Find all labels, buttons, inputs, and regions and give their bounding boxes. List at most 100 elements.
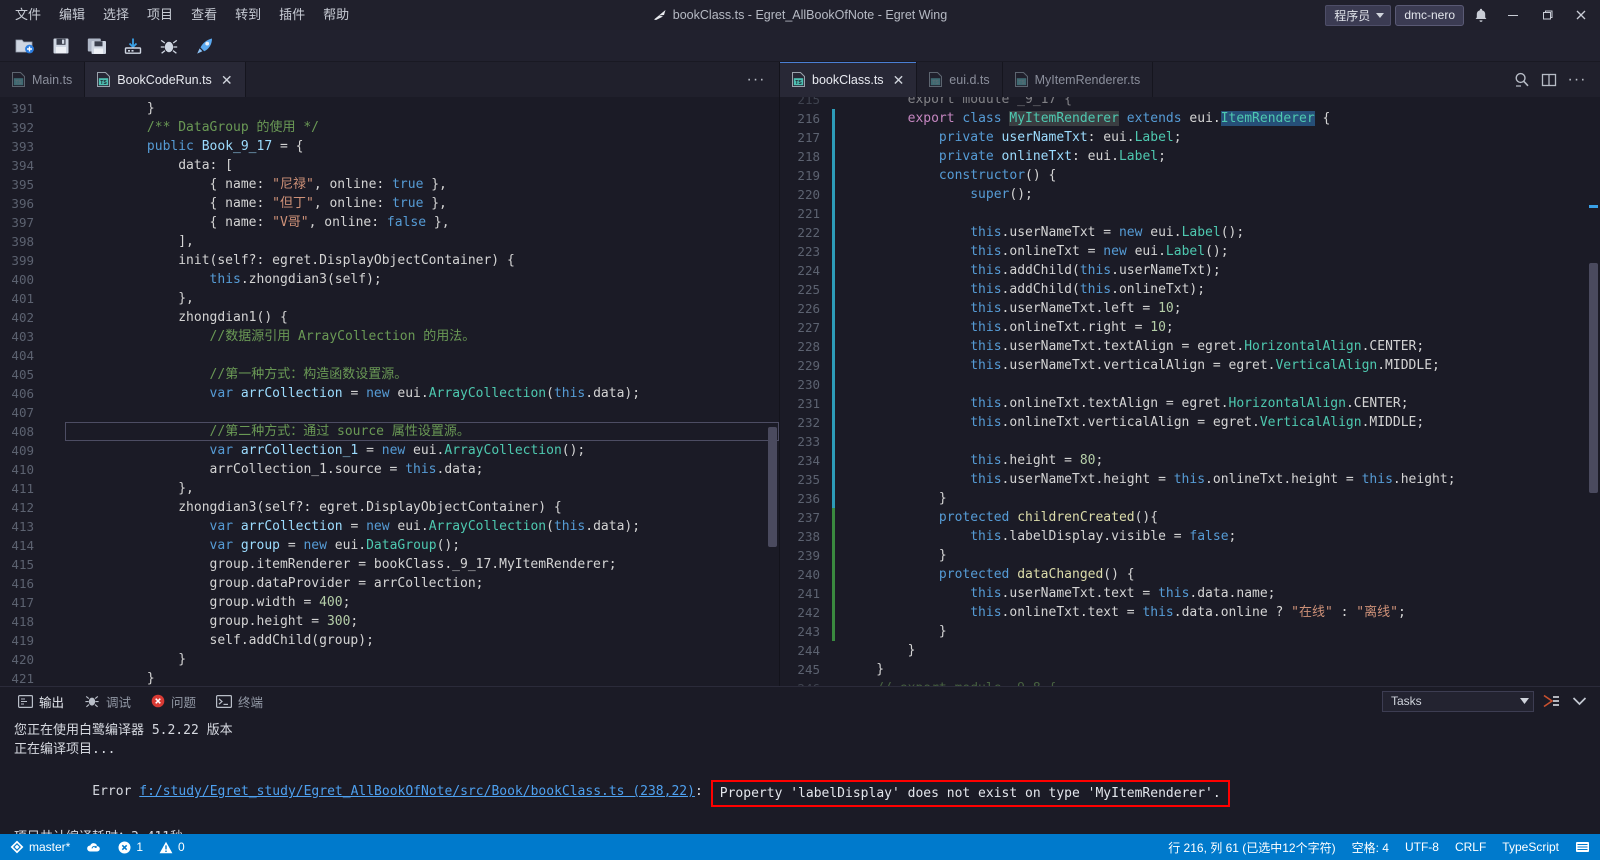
line-number: 237 xyxy=(797,510,820,525)
tasks-dropdown[interactable]: Tasks xyxy=(1382,690,1534,712)
notification-bell-icon[interactable] xyxy=(1468,2,1494,28)
run-icon[interactable] xyxy=(188,32,222,60)
editor-tab-eui-d-ts[interactable]: TS eui.d.ts xyxy=(917,62,1003,97)
right-editor-scrollbar[interactable] xyxy=(1586,97,1600,686)
panel-tab-output[interactable]: 输出 xyxy=(8,689,74,713)
collapse-panel-icon[interactable] xyxy=(1568,690,1590,712)
save-icon[interactable] xyxy=(44,32,78,60)
code-line: 395 { name: "尼禄", online: true }, xyxy=(0,175,779,194)
line-number: 224 xyxy=(797,263,820,278)
code-line: 402 zhongdian1() { xyxy=(0,308,779,327)
status-cursor-position[interactable]: 行 216, 列 61 (已选中12个字符) xyxy=(1160,834,1343,860)
panel-tab-terminal[interactable]: 终端 xyxy=(206,689,273,713)
tab-close-icon[interactable]: ✕ xyxy=(893,73,905,87)
code-line-text: // export module _9_8 { xyxy=(835,679,1600,686)
line-number: 419 xyxy=(11,633,34,648)
code-line-text: this.userNameTxt.textAlign = egret.Horiz… xyxy=(970,339,1425,354)
code-line: 410 arrCollection_1.source = this.data; xyxy=(0,460,779,479)
minimize-button[interactable] xyxy=(1498,0,1528,30)
split-editor-icon[interactable] xyxy=(1536,67,1562,93)
code-line: 237 protected childrenCreated(){ xyxy=(780,508,1600,527)
clear-output-icon[interactable] xyxy=(1540,690,1562,712)
svg-text:TS: TS xyxy=(1018,80,1025,86)
user-account-button[interactable]: dmc-nero xyxy=(1395,4,1464,26)
line-number: 229 xyxy=(797,358,820,373)
editor-tab-main-ts[interactable]: TS Main.ts xyxy=(0,62,86,97)
new-project-icon[interactable] xyxy=(8,32,42,60)
line-number: 225 xyxy=(797,282,820,297)
menu-file[interactable]: 文件 xyxy=(6,2,50,28)
menu-plugin[interactable]: 插件 xyxy=(270,2,314,28)
output-panel-body[interactable]: 您正在使用白鹭编译器 5.2.22 版本 正在编译项目... Error f:/… xyxy=(0,715,1600,834)
search-in-file-icon[interactable] xyxy=(1508,67,1534,93)
status-sync[interactable] xyxy=(78,834,110,860)
line-number: 238 xyxy=(797,529,820,544)
panel-tab-debug[interactable]: 调试 xyxy=(74,689,141,713)
status-branch[interactable]: master* xyxy=(2,834,78,860)
status-language-mode[interactable]: TypeScript xyxy=(1494,834,1567,860)
line-number: 408 xyxy=(11,424,34,439)
code-line: 236 } xyxy=(780,489,1600,508)
tab-close-icon[interactable]: ✕ xyxy=(221,73,233,87)
role-dropdown[interactable]: 程序员 xyxy=(1325,4,1392,26)
code-line: 239 } xyxy=(780,546,1600,565)
left-editor-scrollbar[interactable] xyxy=(765,97,779,686)
right-more-actions-icon[interactable]: ··· xyxy=(1564,67,1590,93)
line-number: 220 xyxy=(797,187,820,202)
editor-tab-bookclass-ts[interactable]: TS bookClass.ts ✕ xyxy=(780,62,918,97)
editor-tab-myitemrenderer-ts[interactable]: TS MyItemRenderer.ts xyxy=(1002,62,1154,97)
debug-icon[interactable] xyxy=(152,32,186,60)
code-line-text: this.addChild(this.onlineTxt); xyxy=(970,282,1206,297)
code-line: 235 this.userNameTxt.height = this.onlin… xyxy=(780,470,1600,489)
code-line-text: } xyxy=(845,548,947,563)
error-file-link[interactable]: f:/study/Egret_study/Egret_AllBookOfNote… xyxy=(139,784,695,799)
status-problems[interactable]: 1 0 xyxy=(110,834,192,860)
code-line-text: } xyxy=(845,643,916,658)
menu-goto[interactable]: 转到 xyxy=(226,2,270,28)
panel-tab-problems[interactable]: 问题 xyxy=(141,689,206,713)
import-publish-icon[interactable] xyxy=(116,32,150,60)
branch-name: master* xyxy=(29,840,71,854)
left-code-editor[interactable]: 391 } 392 /** DataGroup 的使用 */393 public … xyxy=(0,97,779,686)
code-line: 400 this.zhongdian3(self); xyxy=(0,270,779,289)
menu-edit[interactable]: 编辑 xyxy=(50,2,94,28)
menu-help[interactable]: 帮助 xyxy=(314,2,358,28)
code-line: 231 this.onlineTxt.textAlign = egret.Hor… xyxy=(780,394,1600,413)
code-line: 420 } xyxy=(0,650,779,669)
save-all-icon[interactable] xyxy=(80,32,114,60)
typescript-file-icon: TS xyxy=(97,72,111,87)
menu-view[interactable]: 查看 xyxy=(182,2,226,28)
line-number: 400 xyxy=(11,272,34,287)
tab-label: eui.d.ts xyxy=(949,72,990,87)
line-number: 217 xyxy=(797,130,820,145)
left-more-actions-icon[interactable]: ··· xyxy=(743,67,769,93)
code-line-text: { name: "尼禄", online: true }, xyxy=(53,177,447,192)
line-number: 416 xyxy=(11,576,34,591)
code-line: 406 var arrCollection = new eui.ArrayCol… xyxy=(0,384,779,403)
line-number: 218 xyxy=(797,149,820,164)
status-encoding[interactable]: UTF-8 xyxy=(1397,834,1447,860)
status-notifications[interactable] xyxy=(1567,834,1598,860)
status-eol[interactable]: CRLF xyxy=(1447,834,1494,860)
line-number: 401 xyxy=(11,291,34,306)
status-indentation[interactable]: 空格: 4 xyxy=(1344,834,1397,860)
menu-select[interactable]: 选择 xyxy=(94,2,138,28)
right-code-editor[interactable]: 215 export module _9_17 {216 export clas… xyxy=(780,97,1600,686)
code-line: 228 this.userNameTxt.textAlign = egret.H… xyxy=(780,337,1600,356)
code-line: 394 data: [ xyxy=(0,156,779,175)
code-line: 216 export class MyItemRenderer extends … xyxy=(780,109,1600,128)
left-tab-actions: ··· xyxy=(743,62,779,97)
maximize-restore-button[interactable] xyxy=(1532,0,1562,30)
line-number: 215 xyxy=(797,97,820,107)
terminal-icon xyxy=(216,694,233,708)
menu-project[interactable]: 项目 xyxy=(138,2,182,28)
editor-tab-bookcoderun-ts[interactable]: TS BookCodeRun.ts ✕ xyxy=(85,62,246,97)
line-number: 246 xyxy=(780,679,832,686)
code-line: 417 group.width = 400; xyxy=(0,593,779,612)
panel-tab-label: 终端 xyxy=(238,695,264,710)
close-button[interactable] xyxy=(1566,0,1596,30)
line-number: 407 xyxy=(11,405,34,420)
code-line: 234 this.height = 80; xyxy=(780,451,1600,470)
code-line-text: this.userNameTxt.text = this.data.name; xyxy=(970,586,1276,601)
